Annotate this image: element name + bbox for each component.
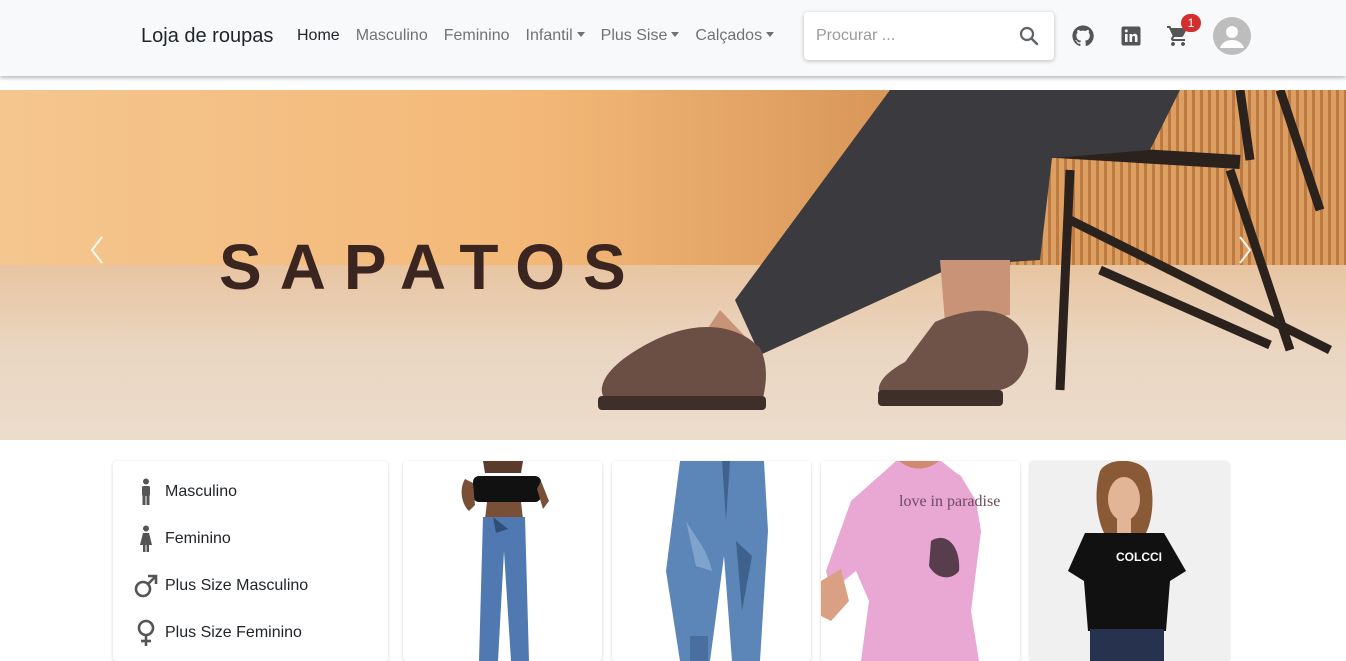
product-image bbox=[612, 461, 811, 661]
caret-down-icon bbox=[766, 32, 775, 37]
nav-links: Home Masculino Feminino Infantil Plus Si… bbox=[297, 27, 790, 45]
cart-count-badge: 1 bbox=[1181, 14, 1201, 32]
nav-link-masculino[interactable]: Masculino bbox=[356, 27, 428, 45]
product-image: COLCCI bbox=[1030, 461, 1229, 661]
female-symbol-icon bbox=[137, 619, 155, 646]
nav-link-home[interactable]: Home bbox=[297, 27, 340, 45]
category-label: Plus Size Feminino bbox=[165, 624, 302, 641]
brand-logo[interactable]: Loja de roupas bbox=[141, 25, 273, 48]
nav-dropdown-label: Calçados bbox=[695, 27, 763, 44]
search-box bbox=[804, 12, 1054, 60]
category-item-plus-size-masculino[interactable]: Plus Size Masculino bbox=[133, 571, 308, 601]
product-image bbox=[403, 461, 602, 661]
caret-down-icon bbox=[576, 32, 585, 37]
search-input[interactable] bbox=[816, 23, 996, 49]
category-list: Masculino Feminino Plus Size Masculino P… bbox=[113, 461, 388, 661]
nav-dropdown-label: Infantil bbox=[525, 27, 573, 44]
woman-icon bbox=[140, 525, 152, 552]
avatar-icon[interactable] bbox=[1213, 17, 1251, 55]
category-item-masculino[interactable]: Masculino bbox=[133, 477, 237, 507]
caret-down-icon bbox=[671, 32, 680, 37]
tshirt-print-text: COLCCI bbox=[1116, 550, 1162, 564]
product-image: love in paradise bbox=[821, 461, 1020, 661]
product-card[interactable]: COLCCI bbox=[1030, 461, 1229, 661]
product-card[interactable] bbox=[403, 461, 602, 661]
nav-dropdown-infantil[interactable]: Infantil bbox=[526, 27, 585, 45]
navbar: Loja de roupas Home Masculino Feminino I… bbox=[0, 0, 1346, 76]
tshirt-print-text: love in paradise bbox=[899, 493, 1000, 510]
category-label: Masculino bbox=[165, 483, 238, 500]
hero-carousel[interactable]: SAPATOS bbox=[0, 90, 1346, 440]
linkedin-icon[interactable] bbox=[1119, 24, 1143, 48]
chevron-right-icon[interactable] bbox=[1234, 233, 1256, 267]
nav-dropdown-label: Plus Sise bbox=[600, 27, 668, 44]
category-label: Plus Size Masculino bbox=[165, 577, 309, 594]
product-card[interactable]: love in paradise bbox=[821, 461, 1020, 661]
hero-shoes-photo bbox=[598, 90, 1333, 410]
man-icon bbox=[142, 478, 150, 505]
product-card[interactable] bbox=[612, 461, 811, 661]
nav-dropdown-plus-sise[interactable]: Plus Sise bbox=[601, 27, 680, 45]
category-item-feminino[interactable]: Feminino bbox=[133, 524, 231, 554]
nav-dropdown-calcados[interactable]: Calçados bbox=[695, 27, 775, 45]
search-icon[interactable] bbox=[1017, 24, 1041, 48]
user-silhouette-icon bbox=[1220, 26, 1244, 48]
hero-title: SAPATOS bbox=[219, 231, 644, 303]
github-icon[interactable] bbox=[1071, 24, 1095, 48]
male-symbol-icon bbox=[134, 574, 158, 598]
nav-link-feminino[interactable]: Feminino bbox=[444, 27, 510, 45]
chevron-left-icon[interactable] bbox=[86, 233, 108, 267]
category-label: Feminino bbox=[165, 530, 231, 547]
